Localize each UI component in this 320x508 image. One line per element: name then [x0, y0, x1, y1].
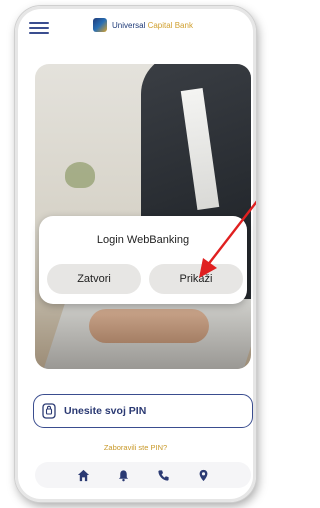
bank-name: Universal Capital Bank [112, 20, 193, 30]
phone-frame: Universal Capital Bank Login WebBanking … [15, 6, 256, 502]
bank-logo: Universal Capital Bank [93, 18, 193, 32]
location-pin-icon[interactable] [197, 469, 210, 482]
bank-logo-icon [93, 18, 107, 32]
bell-icon[interactable] [117, 469, 130, 482]
pin-placeholder: Unesite svoj PIN [64, 405, 147, 417]
home-icon[interactable] [77, 469, 90, 482]
lock-icon [42, 403, 56, 419]
pin-input[interactable]: Unesite svoj PIN [33, 394, 253, 428]
bottom-navigation [35, 462, 251, 488]
forgot-pin-link[interactable]: Zaboravili ste PIN? [15, 443, 256, 452]
red-pointer-arrow [199, 200, 256, 278]
hamburger-menu-icon[interactable] [29, 22, 49, 34]
close-button[interactable]: Zatvori [47, 264, 141, 294]
app-header: Universal Capital Bank [15, 6, 256, 42]
phone-icon[interactable] [157, 469, 170, 482]
